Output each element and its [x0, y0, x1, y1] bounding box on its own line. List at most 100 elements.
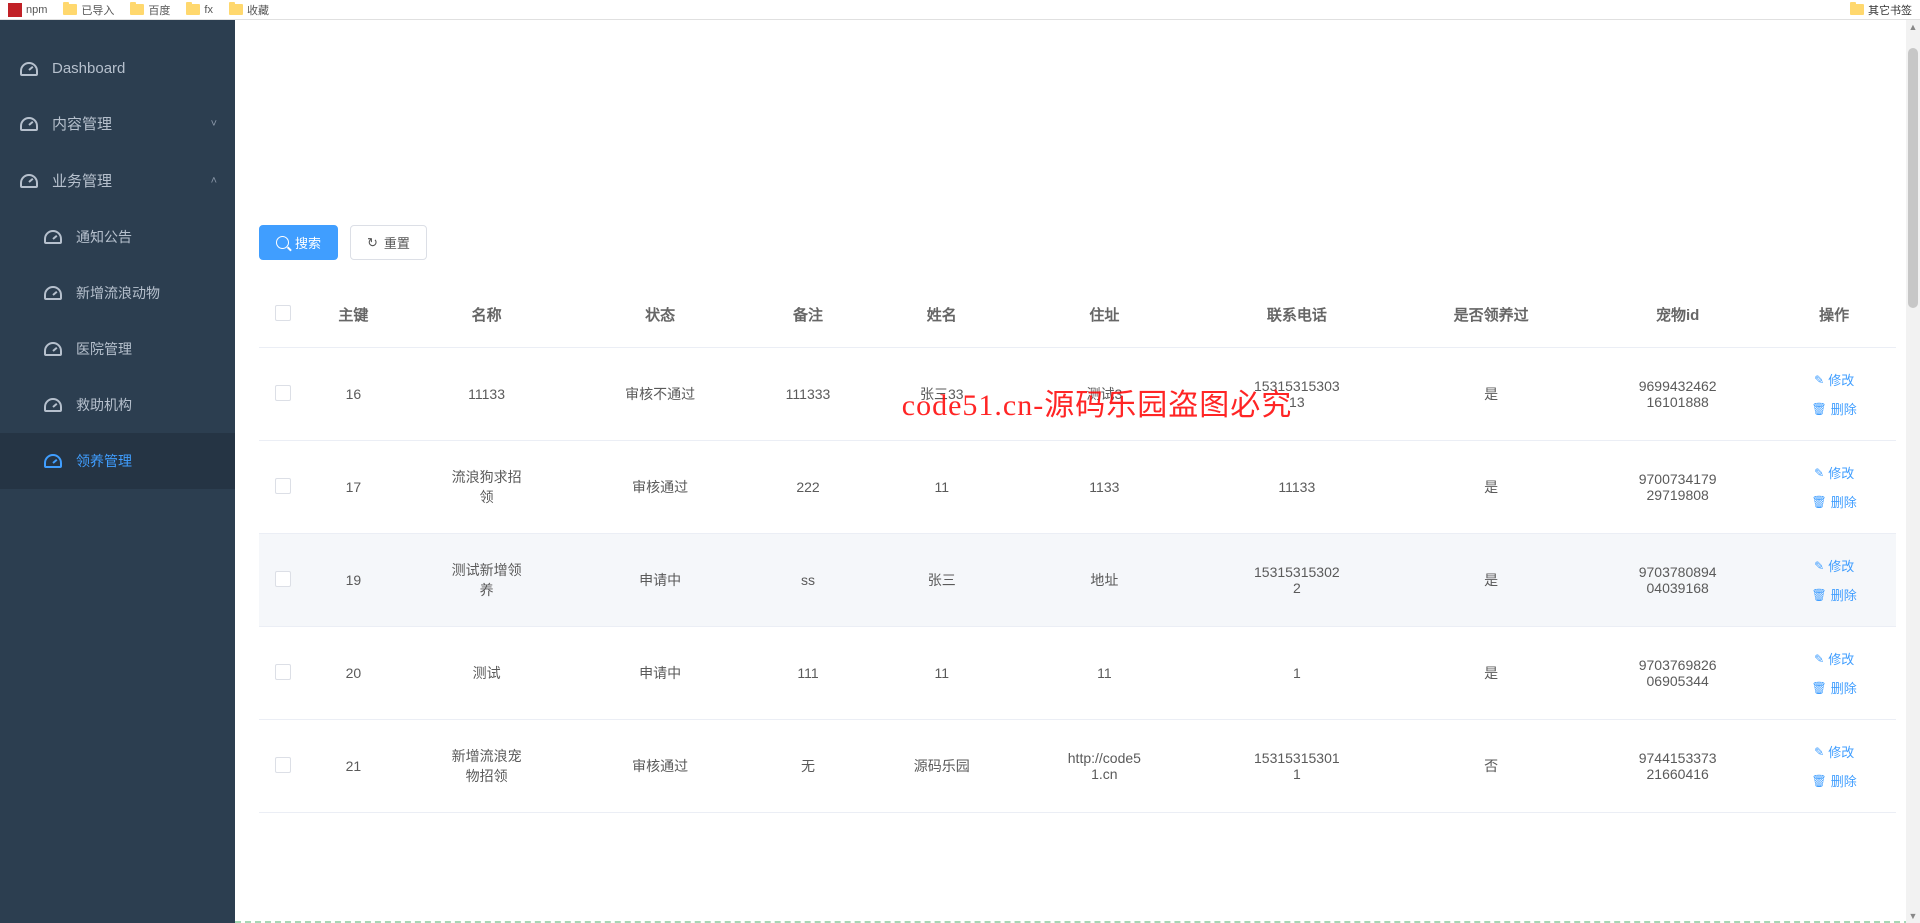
trash-icon: 🗑 — [1812, 588, 1827, 602]
folder-icon — [130, 4, 144, 15]
edit-icon: ✎ — [1814, 559, 1824, 573]
edit-button[interactable]: ✎修改 — [1814, 742, 1854, 761]
cell-petid: 9744153373 21660416 — [1583, 720, 1772, 813]
data-table: 主键名称状态备注姓名住址联系电话是否领养过宠物id操作 1611133审核不通过… — [259, 282, 1896, 813]
search-button[interactable]: 搜索 — [259, 225, 338, 260]
sidebar-item-label: 新增流浪动物 — [76, 283, 160, 303]
cell-remark: 无 — [747, 720, 869, 813]
cell-name: 测试新增领 养 — [400, 534, 574, 627]
cell-actions: ✎修改 🗑删除 — [1772, 441, 1896, 534]
sidebar-item-3[interactable]: 通知公告 — [0, 209, 235, 265]
bookmark-npm[interactable]: npm — [8, 3, 47, 17]
row-checkbox[interactable] — [275, 664, 291, 680]
cell-person: 张三 — [869, 534, 1014, 627]
sidebar: Dashboard 内容管理˅ 业务管理 ˄ 通知公告新增流浪动物医院管理救助机构领养管… — [0, 20, 235, 923]
row-checkbox[interactable] — [275, 757, 291, 773]
cell-person: 11 — [869, 441, 1014, 534]
cell-actions: ✎修改 🗑删除 — [1772, 534, 1896, 627]
cell-status: 审核不通过 — [573, 348, 747, 441]
cell-status: 审核通过 — [573, 720, 747, 813]
cell-adopted: 否 — [1399, 720, 1583, 813]
table-header: 名称 — [400, 282, 574, 348]
sidebar-item-2[interactable]: 业务管理 ˄ — [0, 152, 235, 209]
table-row: 19测试新增领 养申请中ss张三地址15315315302 2是97037808… — [259, 534, 1896, 627]
cell-phone: 15315315302 2 — [1194, 534, 1399, 627]
cell-adopted: 是 — [1399, 348, 1583, 441]
search-button-label: 搜索 — [295, 233, 321, 252]
dashboard-icon — [20, 174, 38, 188]
cell-id: 16 — [307, 348, 400, 441]
chevron-down-icon: ˅ — [211, 118, 217, 130]
row-checkbox[interactable] — [275, 385, 291, 401]
edit-button[interactable]: ✎修改 — [1814, 556, 1854, 575]
sidebar-item-label: 领养管理 — [76, 451, 132, 471]
cell-name: 测试 — [400, 627, 574, 720]
cell-phone: 15315315301 1 — [1194, 720, 1399, 813]
dashboard-icon — [44, 230, 62, 244]
bookmark-fx[interactable]: fx — [186, 4, 213, 16]
sidebar-item-1[interactable]: 内容管理˅ — [0, 95, 235, 152]
row-checkbox[interactable] — [275, 478, 291, 494]
delete-button[interactable]: 🗑删除 — [1812, 585, 1857, 604]
delete-button[interactable]: 🗑删除 — [1812, 399, 1857, 418]
cell-name: 11133 — [400, 348, 574, 441]
cell-phone: 15315315303 13 — [1194, 348, 1399, 441]
cell-actions: ✎修改 🗑删除 — [1772, 348, 1896, 441]
edit-button[interactable]: ✎修改 — [1814, 463, 1854, 482]
button-row: 搜索 ↻ 重置 — [259, 225, 1896, 260]
scroll-thumb[interactable] — [1908, 48, 1918, 308]
npm-icon — [8, 3, 22, 17]
reset-button-label: 重置 — [384, 233, 410, 252]
dashboard-icon — [44, 454, 62, 468]
bookmark-right[interactable]: 其它书签 — [1850, 2, 1912, 18]
dashboard-icon — [20, 117, 38, 131]
reload-icon: ↻ — [367, 235, 378, 251]
table-header: 住址 — [1014, 282, 1194, 348]
trash-icon: 🗑 — [1812, 402, 1827, 416]
vertical-scrollbar[interactable]: ▲ ▼ — [1906, 20, 1920, 923]
table-row: 21新增流浪宠 物招领审核通过无源码乐园http://code5 1.cn153… — [259, 720, 1896, 813]
sidebar-item-label: 业务管理 — [52, 170, 112, 191]
chevron-up-icon: ˄ — [211, 175, 217, 187]
sidebar-item-4[interactable]: 新增流浪动物 — [0, 265, 235, 321]
edit-button[interactable]: ✎修改 — [1814, 370, 1854, 389]
delete-button[interactable]: 🗑删除 — [1812, 492, 1857, 511]
cell-id: 20 — [307, 627, 400, 720]
bookmark-imported[interactable]: 已导入 — [63, 2, 114, 18]
trash-icon: 🗑 — [1812, 774, 1827, 788]
cell-address: 测试3 — [1014, 348, 1194, 441]
cell-status: 审核通过 — [573, 441, 747, 534]
delete-button[interactable]: 🗑删除 — [1812, 771, 1857, 790]
edit-button[interactable]: ✎修改 — [1814, 649, 1854, 668]
dashboard-icon — [44, 286, 62, 300]
scroll-down-arrow[interactable]: ▼ — [1908, 911, 1918, 921]
trash-icon: 🗑 — [1812, 681, 1827, 695]
cell-name: 流浪狗求招 领 — [400, 441, 574, 534]
sidebar-item-7[interactable]: 领养管理 — [0, 433, 235, 489]
delete-button[interactable]: 🗑删除 — [1812, 678, 1857, 697]
dashboard-icon — [44, 342, 62, 356]
edit-icon: ✎ — [1814, 373, 1824, 387]
cell-id: 19 — [307, 534, 400, 627]
sidebar-item-5[interactable]: 医院管理 — [0, 321, 235, 377]
dashboard-icon — [44, 398, 62, 412]
cell-remark: ss — [747, 534, 869, 627]
folder-icon — [1850, 4, 1864, 15]
bookmark-favorites[interactable]: 收藏 — [229, 2, 269, 18]
cell-petid: 9703780894 04039168 — [1583, 534, 1772, 627]
cell-name: 新增流浪宠 物招领 — [400, 720, 574, 813]
cell-phone: 11133 — [1194, 441, 1399, 534]
sidebar-item-0[interactable]: Dashboard — [0, 42, 235, 95]
cell-status: 申请中 — [573, 627, 747, 720]
bookmark-baidu[interactable]: 百度 — [130, 2, 170, 18]
cell-adopted: 是 — [1399, 441, 1583, 534]
sidebar-item-6[interactable]: 救助机构 — [0, 377, 235, 433]
checkbox-select-all[interactable] — [275, 305, 291, 321]
folder-icon — [63, 4, 77, 15]
reset-button[interactable]: ↻ 重置 — [350, 225, 427, 260]
cell-person: 源码乐园 — [869, 720, 1014, 813]
sidebar-item-label: Dashboard — [52, 60, 125, 77]
table-row: 1611133审核不通过111333张三33测试315315315303 13是… — [259, 348, 1896, 441]
row-checkbox[interactable] — [275, 571, 291, 587]
scroll-up-arrow[interactable]: ▲ — [1908, 22, 1918, 32]
